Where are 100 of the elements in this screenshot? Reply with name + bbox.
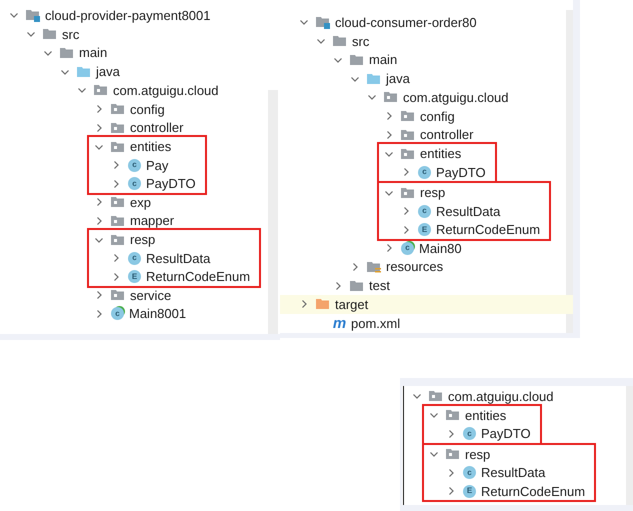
collapse-chevron-icon[interactable]: [77, 85, 87, 96]
collapse-chevron-icon[interactable]: [316, 36, 326, 46]
folder-icon: [332, 34, 348, 48]
tree-item[interactable]: cloud-provider-payment8001: [44, 8, 212, 23]
expand-chevron-icon[interactable]: [384, 111, 394, 122]
collapse-chevron-icon[interactable]: [299, 17, 309, 28]
module-folder-icon: [25, 8, 41, 22]
expand-chevron-icon[interactable]: [94, 290, 104, 300]
expand-chevron-icon[interactable]: [94, 308, 104, 319]
expand-chevron-icon[interactable]: [111, 253, 121, 263]
expand-chevron-icon[interactable]: [446, 428, 456, 438]
tree-item[interactable]: entities: [419, 146, 462, 161]
tree-item[interactable]: ReturnCodeEnum: [145, 269, 252, 284]
expand-chevron-icon[interactable]: [94, 104, 104, 114]
tree-item[interactable]: controller: [419, 127, 474, 142]
folder-icon: [59, 46, 75, 60]
tree-item[interactable]: config: [419, 108, 456, 124]
tree-item[interactable]: PayDTO: [480, 426, 532, 441]
package-icon: [110, 195, 126, 210]
tree-item[interactable]: com.atguigu.cloud: [112, 82, 220, 98]
tree-item[interactable]: Pay: [145, 158, 170, 172]
run-class-icon: c: [111, 307, 124, 320]
package-icon: [400, 146, 416, 160]
collapse-chevron-icon[interactable]: [26, 29, 36, 40]
expand-chevron-icon[interactable]: [111, 160, 121, 170]
class-icon: c: [128, 177, 141, 190]
expand-chevron-icon[interactable]: [384, 243, 394, 254]
expand-chevron-icon[interactable]: [94, 122, 104, 133]
tree-item[interactable]: resp: [129, 232, 156, 247]
tree-item[interactable]: com.atguigu.cloud: [447, 388, 555, 404]
package-icon: [445, 447, 461, 461]
package-icon: [110, 102, 126, 116]
tree-item[interactable]: config: [129, 102, 166, 117]
collapse-chevron-icon[interactable]: [429, 410, 439, 420]
tree-item[interactable]: cloud-consumer-order80: [334, 14, 478, 30]
expand-chevron-icon[interactable]: [94, 197, 104, 208]
expand-chevron-icon[interactable]: [299, 299, 309, 310]
expand-chevron-icon[interactable]: [401, 167, 411, 177]
tree-item[interactable]: PayDTO: [145, 176, 197, 191]
class-icon: c: [128, 252, 141, 264]
tree-item[interactable]: src: [61, 26, 80, 42]
tree-item[interactable]: resp: [464, 446, 492, 462]
tree-item[interactable]: src: [351, 34, 370, 49]
tree-item[interactable]: entities: [464, 408, 508, 422]
source-folder-icon: [366, 72, 382, 86]
expand-chevron-icon[interactable]: [350, 262, 360, 272]
tree-item[interactable]: resources: [385, 259, 444, 274]
class-icon: c: [463, 427, 476, 440]
collapse-chevron-icon[interactable]: [9, 10, 19, 20]
package-icon: [93, 83, 109, 98]
maven-icon: m: [333, 316, 346, 330]
module-folder-icon: [315, 15, 331, 30]
tree-item[interactable]: test: [368, 278, 391, 294]
tree-item[interactable]: Main8001: [128, 306, 188, 322]
tree-item[interactable]: target: [334, 296, 370, 312]
source-folder-icon: [76, 64, 92, 79]
tree-item[interactable]: mapper: [129, 213, 176, 228]
expand-chevron-icon[interactable]: [384, 130, 394, 140]
tree-item[interactable]: entities: [129, 139, 172, 154]
tree-item[interactable]: com.atguigu.cloud: [402, 90, 510, 105]
scrollbar[interactable]: [566, 10, 573, 333]
package-icon: [445, 408, 461, 422]
tree-item[interactable]: ResultData: [435, 204, 502, 218]
folder-icon: [349, 52, 365, 67]
expand-chevron-icon[interactable]: [401, 224, 411, 234]
enum-icon: E: [128, 270, 141, 283]
tree-item[interactable]: main: [368, 52, 398, 68]
tree-item[interactable]: java: [95, 64, 121, 80]
folder-icon: [315, 297, 331, 312]
expand-chevron-icon[interactable]: [111, 178, 121, 188]
tree-item[interactable]: Main80: [418, 240, 463, 256]
expand-chevron-icon[interactable]: [446, 486, 456, 496]
tree-item[interactable]: pom.xml: [350, 316, 402, 331]
tree-item[interactable]: PayDTO: [435, 164, 487, 180]
tree-item[interactable]: service: [129, 288, 172, 303]
tree-item[interactable]: exp: [129, 194, 152, 210]
collapse-chevron-icon[interactable]: [429, 449, 439, 459]
class-icon: c: [128, 158, 141, 172]
package-icon: [110, 232, 126, 246]
expand-chevron-icon[interactable]: [333, 280, 343, 291]
resources-folder-icon: [366, 260, 382, 274]
expand-chevron-icon[interactable]: [94, 216, 104, 226]
expand-chevron-icon[interactable]: [401, 206, 411, 216]
tree-item[interactable]: ResultData: [145, 250, 212, 266]
tree-item[interactable]: main: [78, 45, 108, 60]
collapse-chevron-icon[interactable]: [367, 92, 377, 102]
package-icon: [383, 90, 399, 104]
collapse-chevron-icon[interactable]: [412, 391, 422, 402]
tree-item[interactable]: resp: [419, 185, 446, 200]
folder-icon: [349, 278, 365, 293]
tree-item[interactable]: java: [385, 71, 411, 86]
enum-icon: E: [418, 223, 431, 236]
tree-item[interactable]: ReturnCodeEnum: [480, 484, 586, 498]
tree-item[interactable]: controller: [129, 120, 184, 136]
package-icon: [110, 120, 126, 135]
tree-item[interactable]: ReturnCodeEnum: [435, 222, 542, 237]
package-icon: [400, 186, 416, 200]
expand-chevron-icon[interactable]: [111, 272, 121, 282]
expand-chevron-icon[interactable]: [446, 468, 456, 478]
tree-item[interactable]: ResultData: [480, 465, 546, 480]
